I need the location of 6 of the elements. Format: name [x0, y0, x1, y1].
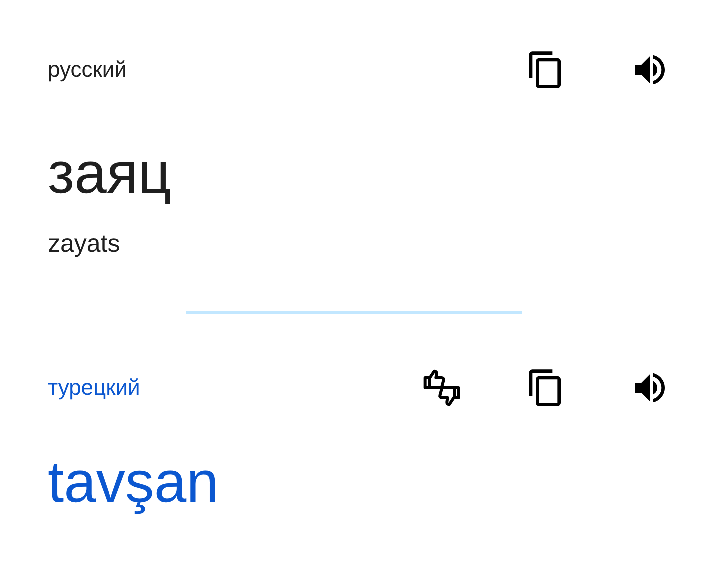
source-word: заяц: [48, 140, 172, 208]
drag-handle[interactable]: [186, 311, 522, 314]
transliteration: zayats: [48, 229, 122, 259]
translated-word: tavşan: [48, 449, 220, 517]
language-label: русский: [48, 56, 127, 84]
language-label: турецкий: [48, 374, 140, 402]
